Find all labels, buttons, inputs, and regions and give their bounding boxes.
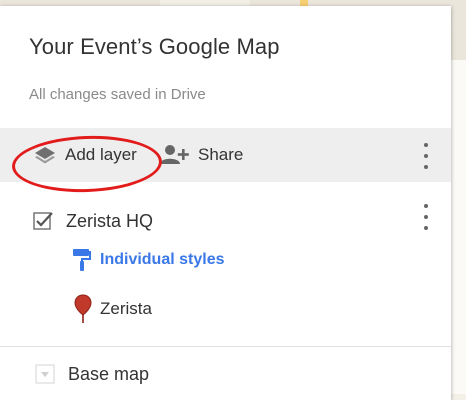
save-status: All changes saved in Drive: [29, 86, 206, 103]
map-title[interactable]: Your Event’s Google Map: [29, 34, 280, 60]
dropdown-arrow-icon[interactable]: [35, 364, 55, 384]
layer-name[interactable]: Zerista HQ: [66, 211, 153, 232]
map-panel: Your Event’s Google Map All changes save…: [0, 6, 451, 400]
layers-icon: [33, 145, 57, 165]
checkbox-checked-icon[interactable]: [33, 211, 53, 231]
paint-roller-icon: [72, 248, 92, 272]
map-road: [450, 60, 466, 400]
feature-label: Zerista: [100, 299, 152, 318]
share-label: Share: [198, 145, 244, 164]
layer-header[interactable]: Zerista HQ: [33, 206, 153, 236]
feature-item[interactable]: Zerista: [74, 292, 152, 326]
add-layer-button[interactable]: Add layer: [33, 128, 137, 182]
individual-styles-label: Individual styles: [100, 251, 225, 268]
share-button[interactable]: Share: [160, 128, 243, 182]
individual-styles-link[interactable]: Individual styles: [72, 245, 224, 275]
more-vert-icon[interactable]: [416, 143, 436, 169]
layer-toolbar: Add layer Share: [0, 128, 451, 182]
add-layer-label: Add layer: [65, 145, 137, 164]
base-map-label: Base map: [68, 363, 150, 384]
layer-options-icon[interactable]: [416, 204, 436, 230]
add-person-icon: [160, 144, 190, 166]
base-map-toggle[interactable]: Base map: [35, 360, 149, 388]
divider: [0, 346, 451, 347]
map-marker-icon: [74, 294, 92, 324]
